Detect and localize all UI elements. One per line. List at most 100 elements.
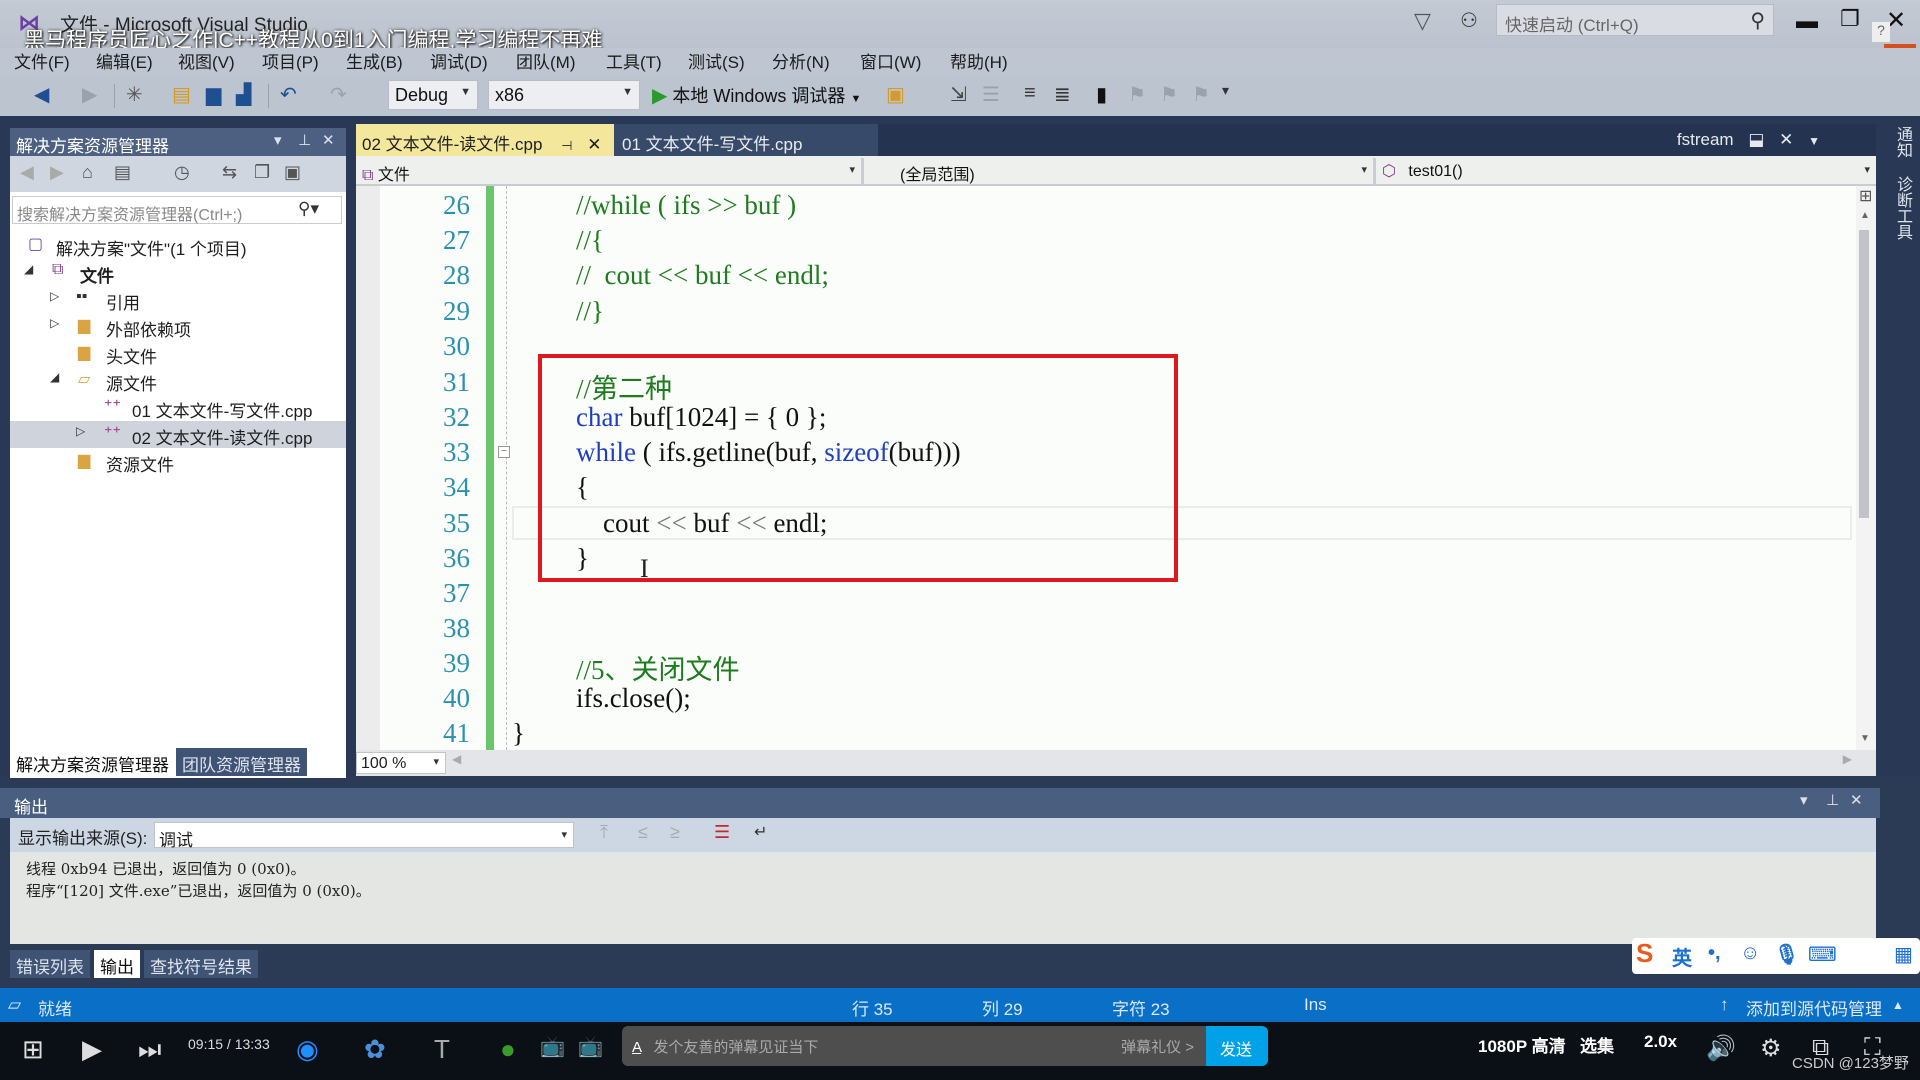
menu-view[interactable]: 视图(V) xyxy=(178,48,235,73)
code-editor[interactable]: − 26 27 28 29 30 31 32 33 34 35 36 37 38… xyxy=(356,186,1856,750)
volume-icon[interactable]: 🔊 xyxy=(1706,1034,1736,1063)
feedback-icon[interactable]: ⚇ xyxy=(1460,8,1478,33)
collapse-arrow-icon[interactable]: ▷ xyxy=(50,316,59,330)
menu-test[interactable]: 测试(S) xyxy=(688,48,745,73)
taskbar-app-icon[interactable]: ✿ xyxy=(364,1034,386,1065)
switch-views-icon[interactable]: ▤ xyxy=(114,162,131,183)
danmaku-etiquette-link[interactable]: 弹幕礼仪 > xyxy=(1121,1036,1194,1057)
new-project-icon[interactable]: ✳ xyxy=(126,82,143,107)
word-wrap-icon[interactable]: ↵ xyxy=(754,822,767,842)
pin-icon[interactable]: ⊣ xyxy=(561,138,572,153)
find-message-icon[interactable]: ⤒ xyxy=(600,822,608,843)
windows-start-icon[interactable]: ⊞ xyxy=(22,1034,44,1065)
tab-error-list[interactable]: 错误列表 xyxy=(10,950,90,978)
keep-open-icon[interactable]: ⬓ xyxy=(1748,130,1764,149)
send-danmaku-button[interactable]: 发送 xyxy=(1206,1026,1268,1066)
emoji-icon[interactable]: ☺ xyxy=(1740,942,1760,965)
platform-select[interactable]: x86 ▼ xyxy=(488,80,640,110)
forward-icon[interactable]: ▶ xyxy=(50,162,64,183)
chevron-down-icon[interactable]: ▾ xyxy=(1800,791,1808,809)
expand-arrow-icon[interactable]: ◢ xyxy=(24,262,33,276)
ime-menu-icon[interactable]: ▦ xyxy=(1894,942,1913,967)
menu-file[interactable]: 文件(F) xyxy=(14,48,70,73)
next-message-icon[interactable]: ≥ xyxy=(670,822,680,843)
tree-item-file-read[interactable]: ▷ ⁺⁺ 02 文本文件-读文件.cpp xyxy=(10,421,346,448)
pin-icon[interactable]: ⊥ xyxy=(1826,791,1839,809)
chevron-up-icon[interactable]: ▲ xyxy=(1892,998,1904,1012)
solution-config-select[interactable]: Debug ▼ xyxy=(388,80,478,110)
taskbar-app-icon[interactable]: T xyxy=(434,1034,450,1065)
output-source-select[interactable]: 调试 ▾ xyxy=(154,822,574,850)
close-icon[interactable]: ✕ xyxy=(322,131,335,149)
settings-gear-icon[interactable]: ⚙ xyxy=(1760,1034,1782,1063)
uncomment-icon[interactable]: ≣ xyxy=(1054,82,1071,107)
taskbar-app-icon[interactable]: ◉ xyxy=(296,1034,319,1065)
comment-icon[interactable]: ≡ xyxy=(1024,82,1036,105)
redo-icon[interactable]: ↷ xyxy=(330,82,347,107)
punctuation-icon[interactable]: •, xyxy=(1708,942,1721,965)
microphone-icon[interactable]: 🎙 xyxy=(1774,942,1799,967)
toolbar-overflow-icon[interactable]: ▾ xyxy=(1222,82,1229,99)
pin-icon[interactable]: ⊥ xyxy=(298,131,311,149)
format-icon[interactable]: ☰ xyxy=(982,82,1000,107)
tab-write-file[interactable]: 01 文本文件-写文件.cpp xyxy=(614,124,878,156)
show-all-files-icon[interactable]: ▣ xyxy=(284,162,301,183)
chevron-down-icon[interactable]: ▼ xyxy=(1808,134,1820,148)
play-icon[interactable]: ▶ xyxy=(82,1034,102,1065)
split-icon[interactable]: ⊞ xyxy=(1859,186,1872,206)
step-into-icon[interactable]: ⇲ xyxy=(950,82,967,107)
danmaku-input[interactable]: A 发个友善的弹幕见证当下 弹幕礼仪 > xyxy=(622,1026,1208,1066)
taskbar-app-icon[interactable]: ● xyxy=(500,1034,516,1065)
keyboard-icon[interactable]: ⌨ xyxy=(1808,942,1837,967)
close-tab-icon[interactable]: ✕ xyxy=(587,135,601,154)
tree-item-project[interactable]: ◢ ⧉ 文件 xyxy=(10,259,346,286)
tab-output[interactable]: 输出 xyxy=(94,950,140,978)
pending-changes-icon[interactable]: ◷ xyxy=(174,162,190,183)
quick-launch-input[interactable]: 快速启动 (Ctrl+Q) ⚲ xyxy=(1496,4,1774,36)
menu-project[interactable]: 项目(P) xyxy=(262,48,319,73)
search-icon[interactable]: ⚲ xyxy=(1750,8,1765,33)
episodes-button[interactable]: 选集 xyxy=(1580,1032,1614,1057)
chevron-down-icon[interactable]: ▾ xyxy=(274,131,282,149)
editor-vertical-scrollbar[interactable]: ⊞ ▲ ▼ xyxy=(1856,186,1876,750)
quality-select[interactable]: 1080P 高清 xyxy=(1478,1032,1566,1057)
preview-tab-fstream[interactable]: fstream ⬓ ✕ ▼ xyxy=(1677,130,1820,150)
next-bookmark-icon[interactable]: ⚑ xyxy=(1160,82,1178,107)
back-icon[interactable]: ◀ xyxy=(20,162,34,183)
menu-window[interactable]: 窗口(W) xyxy=(860,48,921,73)
zoom-level-select[interactable]: 100 % ▾ xyxy=(356,752,446,774)
member-dropdown[interactable]: ⬡ test01() ▾ xyxy=(1376,158,1876,184)
solution-search-input[interactable]: 搜索解决方案资源管理器(Ctrl+;) ⚲▾ xyxy=(12,196,342,224)
scroll-up-icon[interactable]: ▲ xyxy=(1860,210,1870,221)
home-icon[interactable]: ⌂ xyxy=(82,162,93,183)
tab-solution-explorer[interactable]: 解决方案资源管理器 xyxy=(10,748,175,776)
add-to-source-control-button[interactable]: 添加到源代码管理 xyxy=(1746,995,1882,1020)
bookmark-icon[interactable]: ▮ xyxy=(1096,82,1107,107)
minimize-button[interactable]: ▬ xyxy=(1796,8,1818,34)
collapse-block-icon[interactable]: − xyxy=(498,446,510,458)
tree-item-resource-files[interactable]: ▆ 资源文件 xyxy=(10,448,346,475)
next-episode-icon[interactable]: ⏭ xyxy=(138,1034,161,1066)
scroll-left-icon[interactable]: ◀ xyxy=(452,752,461,766)
output-text[interactable]: 线程 0xb94 已退出，返回值为 0 (0x0)。 程序“[120] 文件.e… xyxy=(10,852,1876,944)
scroll-right-icon[interactable]: ▶ xyxy=(1843,752,1852,766)
tab-read-file[interactable]: 02 文本文件-读文件.cpp ⊣ ✕ xyxy=(356,124,614,156)
menu-team[interactable]: 团队(M) xyxy=(516,48,575,73)
tree-item-source-files[interactable]: ◢ ▱ 源文件 xyxy=(10,367,346,394)
menu-build[interactable]: 生成(B) xyxy=(346,48,403,73)
danmaku-settings-icon[interactable]: 📺 xyxy=(578,1034,603,1059)
menu-analyze[interactable]: 分析(N) xyxy=(772,48,830,73)
tree-item-references[interactable]: ▷ ▪▪ 引用 xyxy=(10,286,346,313)
menu-tools[interactable]: 工具(T) xyxy=(606,48,662,73)
collapse-all-icon[interactable]: ❐ xyxy=(254,162,270,183)
tab-find-symbol-results[interactable]: 查找符号结果 xyxy=(144,950,258,978)
tree-item-header-files[interactable]: ▆ 头文件 xyxy=(10,340,346,367)
undo-icon[interactable]: ↶ xyxy=(280,82,297,107)
search-icon[interactable]: ⚲▾ xyxy=(298,199,319,219)
restore-button[interactable]: ❐ xyxy=(1840,6,1860,32)
menu-edit[interactable]: 编辑(E) xyxy=(96,48,153,73)
help-icon[interactable]: ? xyxy=(1872,22,1890,42)
notification-filter-icon[interactable]: ▽ xyxy=(1414,8,1431,34)
tree-item-solution[interactable]: ▢ 解决方案"文件"(1 个项目) xyxy=(10,232,346,259)
open-file-icon[interactable]: ▤ xyxy=(172,82,191,107)
